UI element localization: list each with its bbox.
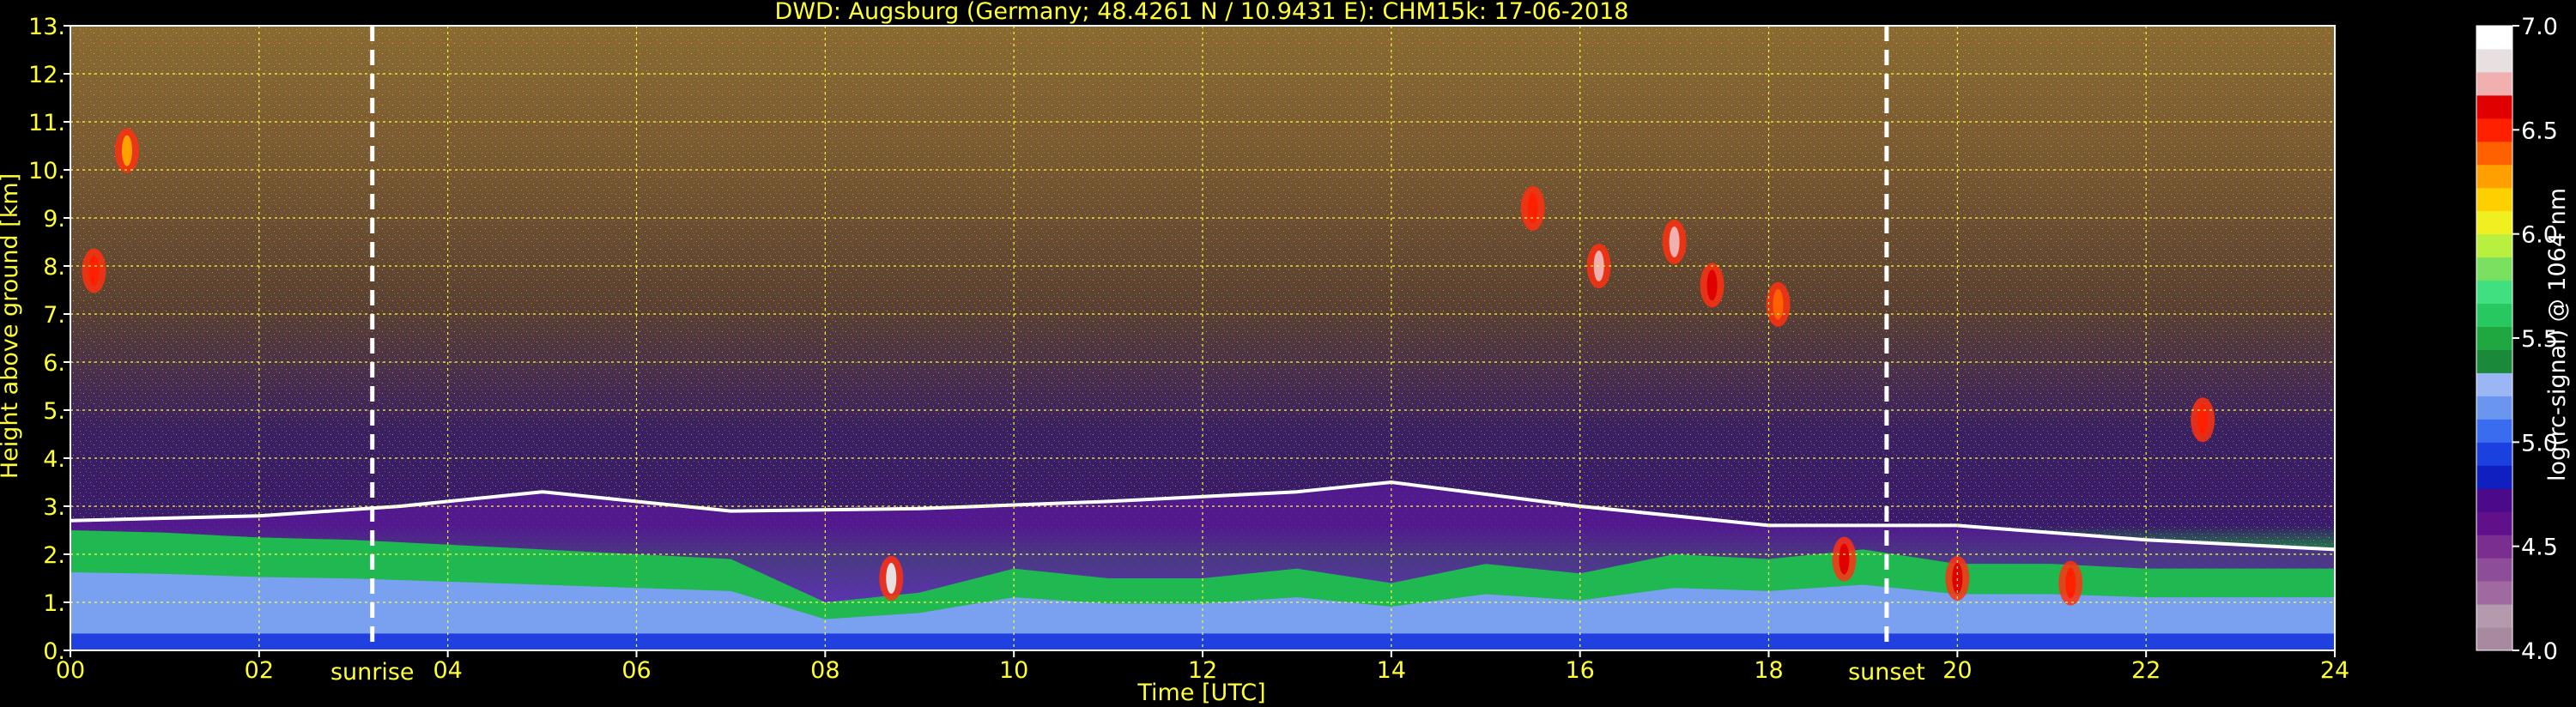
x-tick-label: 10 (999, 657, 1028, 684)
x-axis-label: Time [UTC] (1136, 680, 1265, 706)
x-tick-label: 20 (1943, 657, 1972, 684)
colorbar-segment (2476, 627, 2512, 651)
x-tick-label: 02 (245, 657, 274, 684)
colorbar-segment (2476, 604, 2512, 628)
colorbar-segment (2476, 71, 2512, 96)
colorbar-tick-label: 7.0 (2521, 14, 2558, 40)
colorbar-segment (2476, 141, 2512, 166)
x-tick-label: 16 (1565, 657, 1594, 684)
x-tick-label: 14 (1377, 657, 1406, 684)
x-tick-label: 18 (1754, 657, 1783, 684)
colorbar-segment (2476, 396, 2512, 420)
colorbar-segment (2476, 419, 2512, 443)
cloud-feature-core (1839, 543, 1850, 575)
y-tick-label: 4. (43, 446, 65, 473)
cloud-feature-core (1773, 288, 1784, 320)
colorbar-segment (2476, 511, 2512, 535)
y-tick-label: 12. (28, 62, 65, 88)
y-tick-label: 10. (28, 158, 65, 184)
colorbar-segment (2476, 233, 2512, 258)
cloud-feature-core (886, 563, 897, 594)
colorbar-segment (2476, 442, 2512, 466)
y-tick-label: 3. (43, 494, 65, 521)
colorbar-segment (2476, 465, 2512, 489)
colorbar-segment (2476, 48, 2512, 73)
colorbar-label: log(rc-signal) @ 1064 nm (2544, 188, 2571, 481)
cloud-feature-core (1669, 227, 1680, 257)
y-tick-label: 9. (43, 206, 65, 233)
y-tick-label: 2. (43, 542, 65, 569)
colorbar-segment (2476, 535, 2512, 559)
cloud-feature-core (2197, 404, 2209, 436)
x-tick-label: 22 (2131, 657, 2161, 684)
colorbar-segment (2476, 558, 2512, 582)
y-tick-label: 11. (28, 110, 65, 136)
y-tick-label: 6. (43, 350, 65, 377)
x-tick-label: 08 (810, 657, 839, 684)
near-ground-layer (70, 633, 2335, 650)
colorbar-segment (2476, 303, 2512, 328)
colorbar-segment (2476, 94, 2512, 119)
ceilometer-chart: DWD: Augsburg (Germany; 48.4261 N / 10.9… (0, 0, 2571, 706)
colorbar-segment (2476, 581, 2512, 605)
colorbar-segment (2476, 349, 2512, 373)
event-label-sunset: sunset (1848, 659, 1925, 686)
event-label-sunrise: sunrise (330, 659, 415, 686)
y-tick-label: 5. (43, 398, 65, 425)
chart-title: DWD: Augsburg (Germany; 48.4261 N / 10.9… (775, 0, 1629, 25)
colorbar-tick-label: 6.5 (2521, 118, 2558, 144)
colorbar-tick-label: 4.5 (2521, 535, 2558, 561)
y-tick-label: 13. (28, 14, 65, 40)
x-tick-label: 04 (433, 657, 462, 684)
colorbar-segment (2476, 118, 2512, 142)
colorbar-segment (2476, 26, 2512, 50)
cloud-feature-core (2065, 567, 2076, 599)
colorbar-segment (2476, 164, 2512, 189)
y-axis-label: Height above ground [km] (0, 173, 23, 479)
cloud-feature-core (1706, 269, 1718, 301)
colorbar-tick-label: 4.0 (2521, 638, 2558, 665)
cloud-feature-core (88, 255, 100, 287)
colorbar-segment (2476, 326, 2512, 350)
y-tick-label: 0. (43, 638, 65, 665)
colorbar-segment (2476, 257, 2512, 281)
colorbar-segment (2476, 488, 2512, 512)
x-tick-label: 24 (2320, 657, 2349, 684)
x-tick-label: 06 (621, 657, 651, 684)
cloud-feature-core (121, 135, 132, 166)
colorbar-segment (2476, 187, 2512, 212)
y-tick-label: 8. (43, 254, 65, 281)
cloud-feature-core (1527, 192, 1538, 224)
y-tick-label: 1. (43, 590, 65, 617)
y-tick-label: 7. (43, 302, 65, 329)
colorbar-segment (2476, 280, 2512, 305)
colorbar-segment (2476, 372, 2512, 396)
colorbar-segment (2476, 210, 2512, 235)
